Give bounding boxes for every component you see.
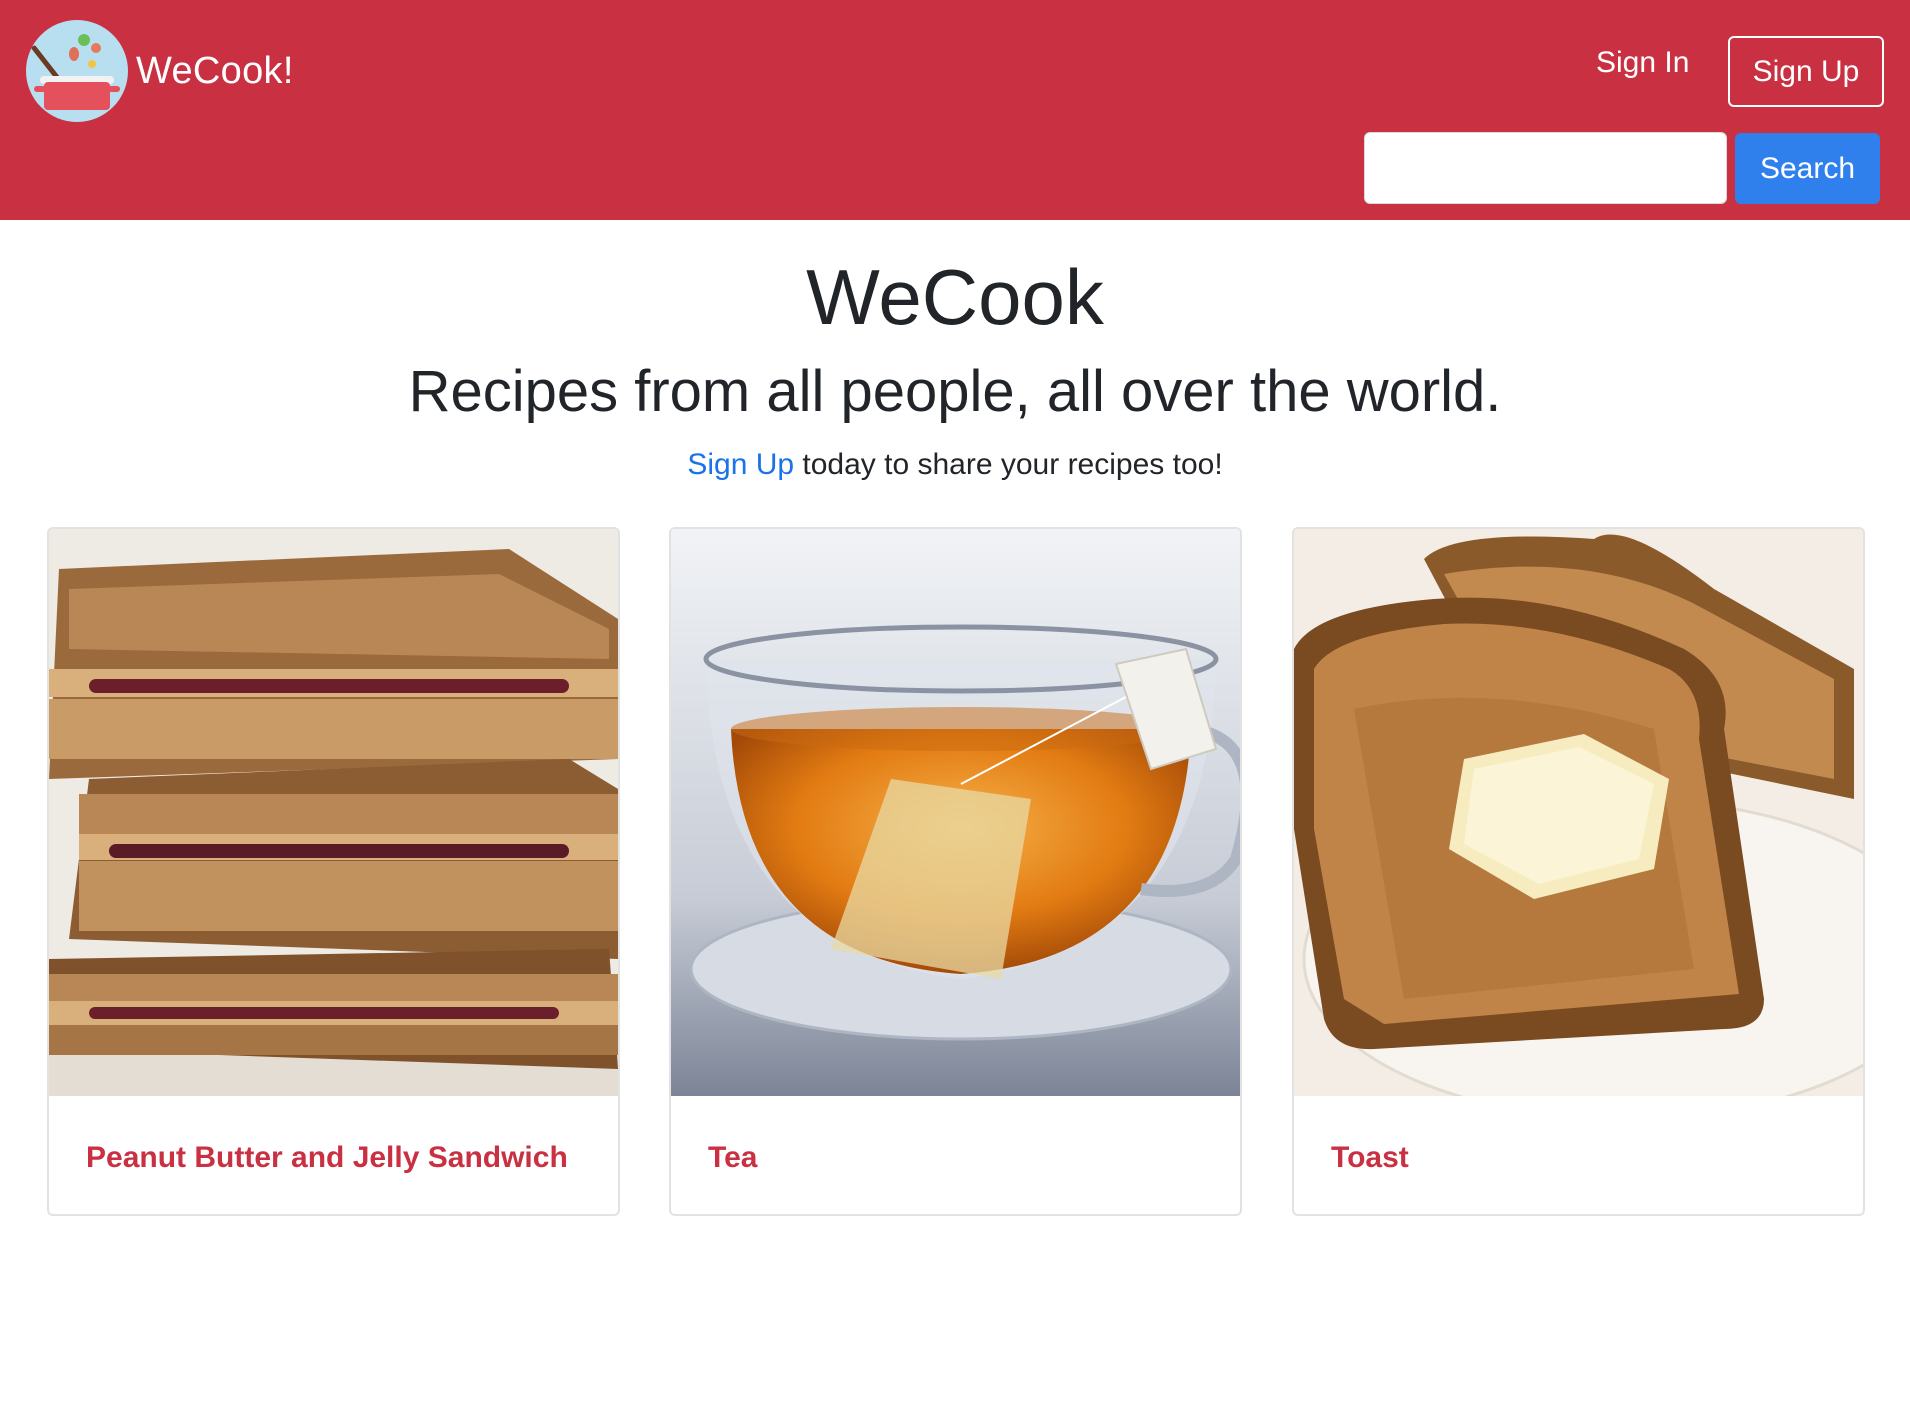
recipe-title[interactable]: Tea — [708, 1141, 757, 1175]
cooking-pot-logo-icon — [26, 20, 128, 122]
pbj-sandwich-image[interactable] — [49, 529, 618, 1096]
navbar: WeCook! Sign In Sign Up Search — [0, 0, 1910, 220]
recipe-title[interactable]: Peanut Butter and Jelly Sandwich — [86, 1141, 568, 1175]
signup-prompt: Sign Up today to share your recipes too! — [0, 448, 1910, 482]
signup-prompt-text: today to share your recipes too! — [794, 448, 1223, 481]
recipe-title[interactable]: Toast — [1331, 1141, 1409, 1175]
buttered-toast-image[interactable] — [1294, 529, 1863, 1096]
search-input[interactable] — [1364, 132, 1727, 204]
signup-prompt-link[interactable]: Sign Up — [687, 448, 794, 481]
recipe-card[interactable]: Toast — [1292, 527, 1865, 1216]
sign-in-link[interactable]: Sign In — [1596, 46, 1689, 80]
page-title: WeCook — [806, 253, 1104, 341]
sign-up-button[interactable]: Sign Up — [1728, 36, 1884, 107]
brand-name: WeCook! — [136, 49, 294, 92]
page-subtitle: Recipes from all people, all over the wo… — [408, 359, 1502, 424]
tea-cup-image[interactable] — [671, 529, 1240, 1096]
brand-link[interactable]: WeCook! — [26, 20, 294, 122]
recipe-card[interactable]: Tea — [669, 527, 1242, 1216]
recipe-card[interactable]: Peanut Butter and Jelly Sandwich — [47, 527, 620, 1216]
search-button[interactable]: Search — [1735, 133, 1880, 204]
